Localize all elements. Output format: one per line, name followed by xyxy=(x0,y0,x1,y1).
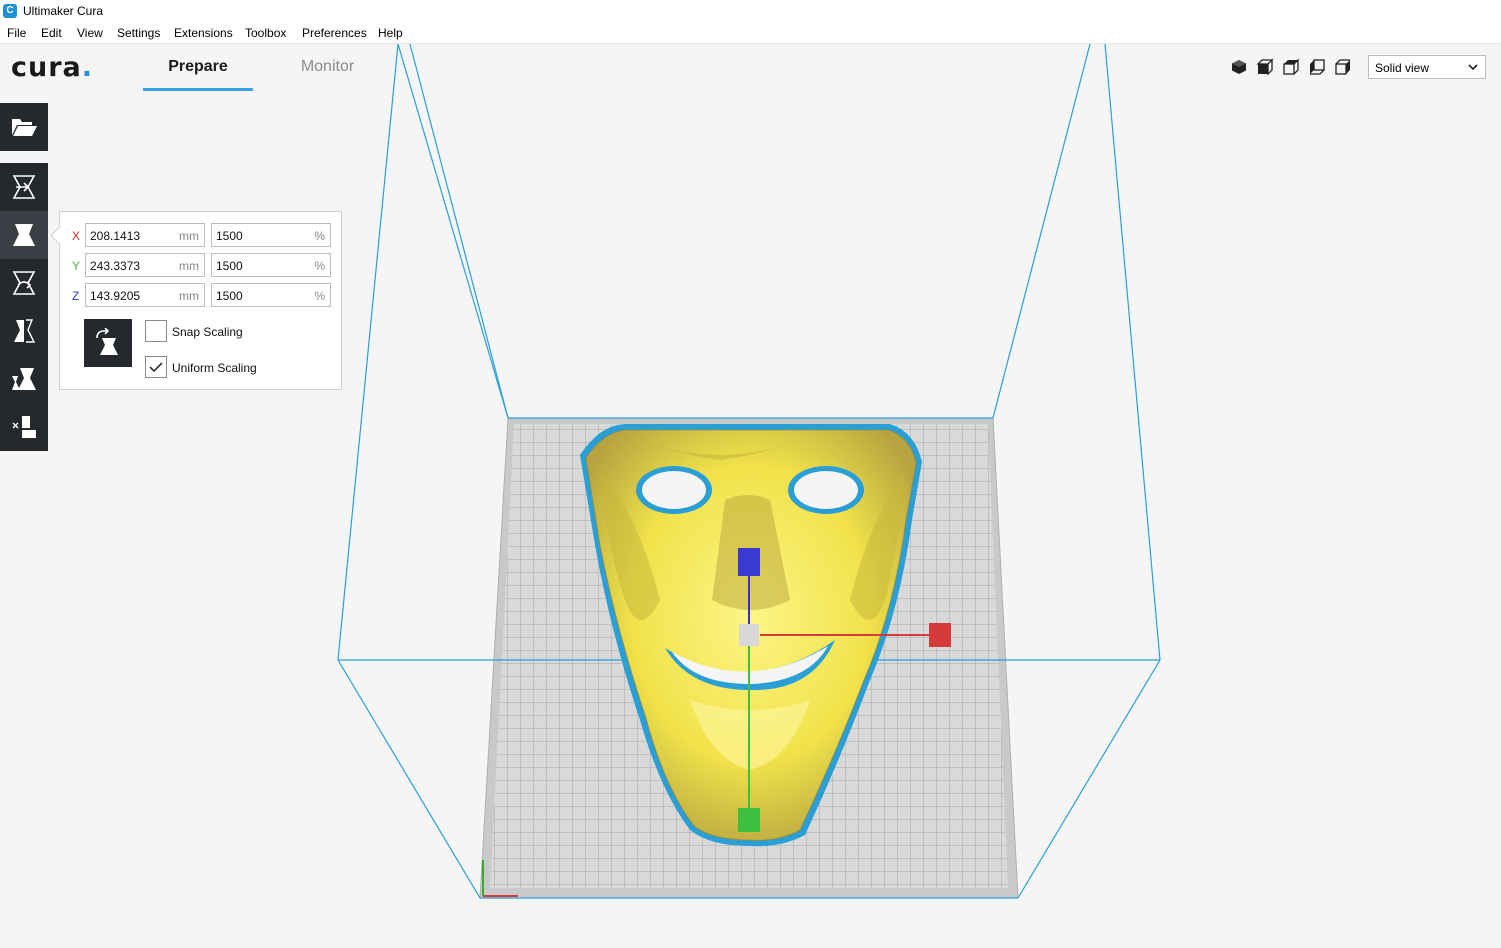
y-mm-unit: mm xyxy=(179,259,199,273)
y-percent-input[interactable]: 1500 % xyxy=(211,253,331,277)
z-percent-unit: % xyxy=(314,289,325,303)
move-icon xyxy=(12,175,36,199)
z-percent-value: 1500 xyxy=(216,289,243,303)
menu-view[interactable]: View xyxy=(77,26,103,40)
y-percent-value: 1500 xyxy=(216,259,243,273)
z-mm-value: 143.9205 xyxy=(90,289,141,303)
z-mm-input[interactable]: 143.9205 mm xyxy=(85,283,205,307)
right-view-icon[interactable] xyxy=(1334,58,1352,76)
build-volume-scene xyxy=(337,44,1161,899)
support-blocker-tool[interactable] xyxy=(0,403,48,451)
cura-logo: cura. xyxy=(11,52,93,83)
title-bar: C Ultimaker Cura xyxy=(0,0,1501,22)
mask-eye-right xyxy=(794,471,858,509)
menu-preferences[interactable]: Preferences xyxy=(302,26,367,40)
scale-tool[interactable] xyxy=(0,211,48,259)
x-mm-input[interactable]: 208.1413 mm xyxy=(85,223,205,247)
rotate-icon xyxy=(12,271,36,295)
per-model-settings-tool[interactable] xyxy=(0,355,48,403)
z-percent-input[interactable]: 1500 % xyxy=(211,283,331,307)
gizmo-center-handle[interactable] xyxy=(739,624,759,646)
cura-app-icon: C xyxy=(3,4,17,18)
scale-icon xyxy=(13,224,35,246)
scale-tool-panel: X 208.1413 mm 1500 % Y 243.3373 mm 1500 … xyxy=(50,211,342,390)
menu-edit[interactable]: Edit xyxy=(41,26,62,40)
axis-label-x: X xyxy=(72,229,81,243)
menu-settings[interactable]: Settings xyxy=(117,26,160,40)
top-view-icon[interactable] xyxy=(1282,58,1300,76)
move-tool[interactable] xyxy=(0,163,48,211)
tab-prepare[interactable]: Prepare xyxy=(143,58,253,76)
x-mm-value: 208.1413 xyxy=(90,229,141,243)
tab-prepare-underline xyxy=(143,88,253,91)
reset-scale-button[interactable] xyxy=(84,319,132,367)
x-percent-unit: % xyxy=(314,229,325,243)
menu-bar: File Edit View Settings Extensions Toolb… xyxy=(0,22,1501,44)
x-percent-value: 1500 xyxy=(216,229,243,243)
gizmo-z-handle[interactable] xyxy=(738,548,760,576)
x-mm-unit: mm xyxy=(179,229,199,243)
logo-text: cura xyxy=(11,52,82,83)
open-file-button[interactable] xyxy=(0,103,48,151)
folder-open-icon xyxy=(12,119,37,136)
snap-scaling-checkbox[interactable] xyxy=(145,320,167,342)
gizmo-y-handle[interactable] xyxy=(738,808,760,832)
z-mm-unit: mm xyxy=(179,289,199,303)
front-view-icon[interactable] xyxy=(1256,58,1274,76)
y-mm-input[interactable]: 243.3373 mm xyxy=(85,253,205,277)
uniform-scaling-label: Uniform Scaling xyxy=(172,361,257,375)
logo-dot: . xyxy=(81,52,94,83)
axis-label-z: Z xyxy=(72,289,80,303)
tool-sidebar xyxy=(0,163,48,451)
mask-eye-left xyxy=(642,471,706,509)
menu-file[interactable]: File xyxy=(7,26,26,40)
per-model-settings-icon xyxy=(12,368,36,390)
3d-viewport[interactable] xyxy=(0,44,1501,948)
mirror-icon xyxy=(14,319,36,343)
uniform-scaling-checkbox[interactable] xyxy=(145,356,167,378)
x-percent-input[interactable]: 1500 % xyxy=(211,223,331,247)
menu-extensions[interactable]: Extensions xyxy=(174,26,233,40)
menu-help[interactable]: Help xyxy=(378,26,403,40)
support-blocker-icon xyxy=(12,416,36,438)
axis-label-y: Y xyxy=(72,259,81,273)
menu-toolbox[interactable]: Toolbox xyxy=(245,26,286,40)
rotate-tool[interactable] xyxy=(0,259,48,307)
tab-monitor[interactable]: Monitor xyxy=(290,58,365,76)
gizmo-x-handle[interactable] xyxy=(929,623,951,647)
y-percent-unit: % xyxy=(314,259,325,273)
view-mode-select[interactable]: Solid view xyxy=(1368,55,1486,79)
chevron-down-icon xyxy=(1468,64,1478,71)
reset-scale-icon xyxy=(96,328,118,355)
y-mm-value: 243.3373 xyxy=(90,259,141,273)
checkmark-icon xyxy=(149,362,163,373)
snap-scaling-label: Snap Scaling xyxy=(172,325,243,339)
mirror-tool[interactable] xyxy=(0,307,48,355)
view-mode-value: Solid view xyxy=(1375,61,1430,75)
left-view-icon[interactable] xyxy=(1308,58,1326,76)
3d-view-icon[interactable] xyxy=(1230,58,1248,76)
window-title: Ultimaker Cura xyxy=(23,4,104,18)
